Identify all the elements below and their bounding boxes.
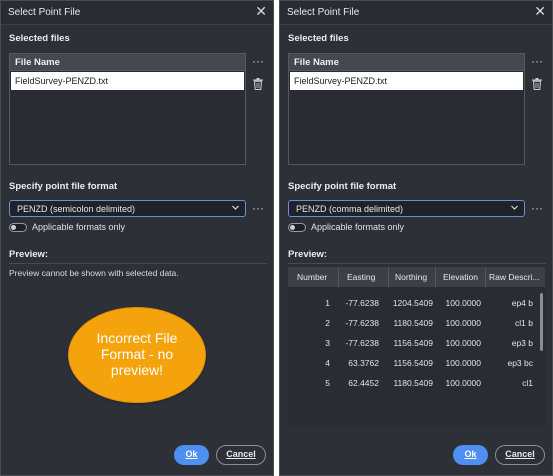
applicable-formats-label: Applicable formats only [32,222,126,232]
ok-button[interactable]: Ok [174,445,209,465]
title-bar: Select Point File ✕ [280,1,552,25]
file-row[interactable]: FieldSurvey-PENZD.txt [290,72,523,90]
column-header-raw-description[interactable]: Raw Descri... [489,272,540,282]
chevron-down-icon [231,203,240,214]
dialog-title: Select Point File [8,7,81,18]
callout-line-1: Incorrect File [96,330,178,346]
ok-button[interactable]: Ok [453,445,488,465]
table-row[interactable]: 5 62.4452 1180.5409 100.0000 cl1 [288,374,545,394]
format-label: Specify point file format [9,181,118,192]
select-point-file-dialog-right: Select Point File ✕ Selected files File … [279,0,553,476]
select-point-file-dialog-left: Select Point File ✕ Selected files File … [0,0,274,476]
preview-scrollbar[interactable] [540,293,543,351]
column-header-easting[interactable]: Easting [347,272,375,282]
point-format-select[interactable]: PENZD (semicolon delimited) [9,200,246,217]
more-icon[interactable]: ··· [531,54,543,68]
format-value: PENZD (semicolon delimited) [17,204,136,214]
selected-files-label: Selected files [288,33,349,44]
format-more-icon[interactable]: ··· [531,201,543,215]
trash-icon[interactable] [253,78,263,93]
incorrect-format-callout: Incorrect File Format - no preview! [68,307,206,403]
column-header-elevation[interactable]: Elevation [443,272,478,282]
trash-icon[interactable] [532,78,542,93]
preview-divider [288,263,546,264]
cancel-button[interactable]: Cancel [495,445,545,465]
preview-label: Preview: [288,249,328,260]
more-icon[interactable]: ··· [252,54,264,68]
file-name-header: File Name [289,54,524,71]
callout-line-2: Format - no [100,346,174,362]
format-label: Specify point file format [288,181,397,192]
chevron-down-icon [510,203,519,214]
applicable-formats-label: Applicable formats only [311,222,405,232]
applicable-formats-toggle[interactable] [9,223,27,232]
table-row[interactable]: 2 -77.6238 1180.5409 100.0000 cl1 b [288,314,545,334]
column-header-northing[interactable]: Northing [395,272,427,282]
preview-table-header: Number Easting Northing Elevation Raw De… [288,267,545,287]
cancel-button[interactable]: Cancel [216,445,266,465]
applicable-formats-toggle[interactable] [288,223,306,232]
callout-line-3: preview! [110,362,164,378]
dialog-title: Select Point File [287,7,360,18]
close-icon[interactable]: ✕ [534,3,546,20]
file-row[interactable]: FieldSurvey-PENZD.txt [11,72,244,90]
table-row[interactable]: 3 -77.6238 1156.5409 100.0000 ep3 b [288,334,545,354]
column-header-number[interactable]: Number [297,272,327,282]
close-icon[interactable]: ✕ [255,3,267,20]
format-value: PENZD (comma delimited) [296,204,404,214]
preview-table: Number Easting Northing Elevation Raw De… [288,267,545,427]
selected-files-list: File Name FieldSurvey-PENZD.txt [9,53,246,165]
table-row[interactable]: 4 63.3762 1156.5409 100.0000 ep3 bc [288,354,545,374]
preview-label: Preview: [9,249,49,260]
preview-message: Preview cannot be shown with selected da… [9,268,179,278]
point-format-select[interactable]: PENZD (comma delimited) [288,200,525,217]
selected-files-label: Selected files [9,33,70,44]
table-row[interactable]: 1 -77.6238 1204.5409 100.0000 ep4 b [288,294,545,314]
format-more-icon[interactable]: ··· [252,201,264,215]
file-name-header: File Name [10,54,245,71]
preview-divider [9,263,267,264]
selected-files-list: File Name FieldSurvey-PENZD.txt [288,53,525,165]
title-bar: Select Point File ✕ [1,1,273,25]
